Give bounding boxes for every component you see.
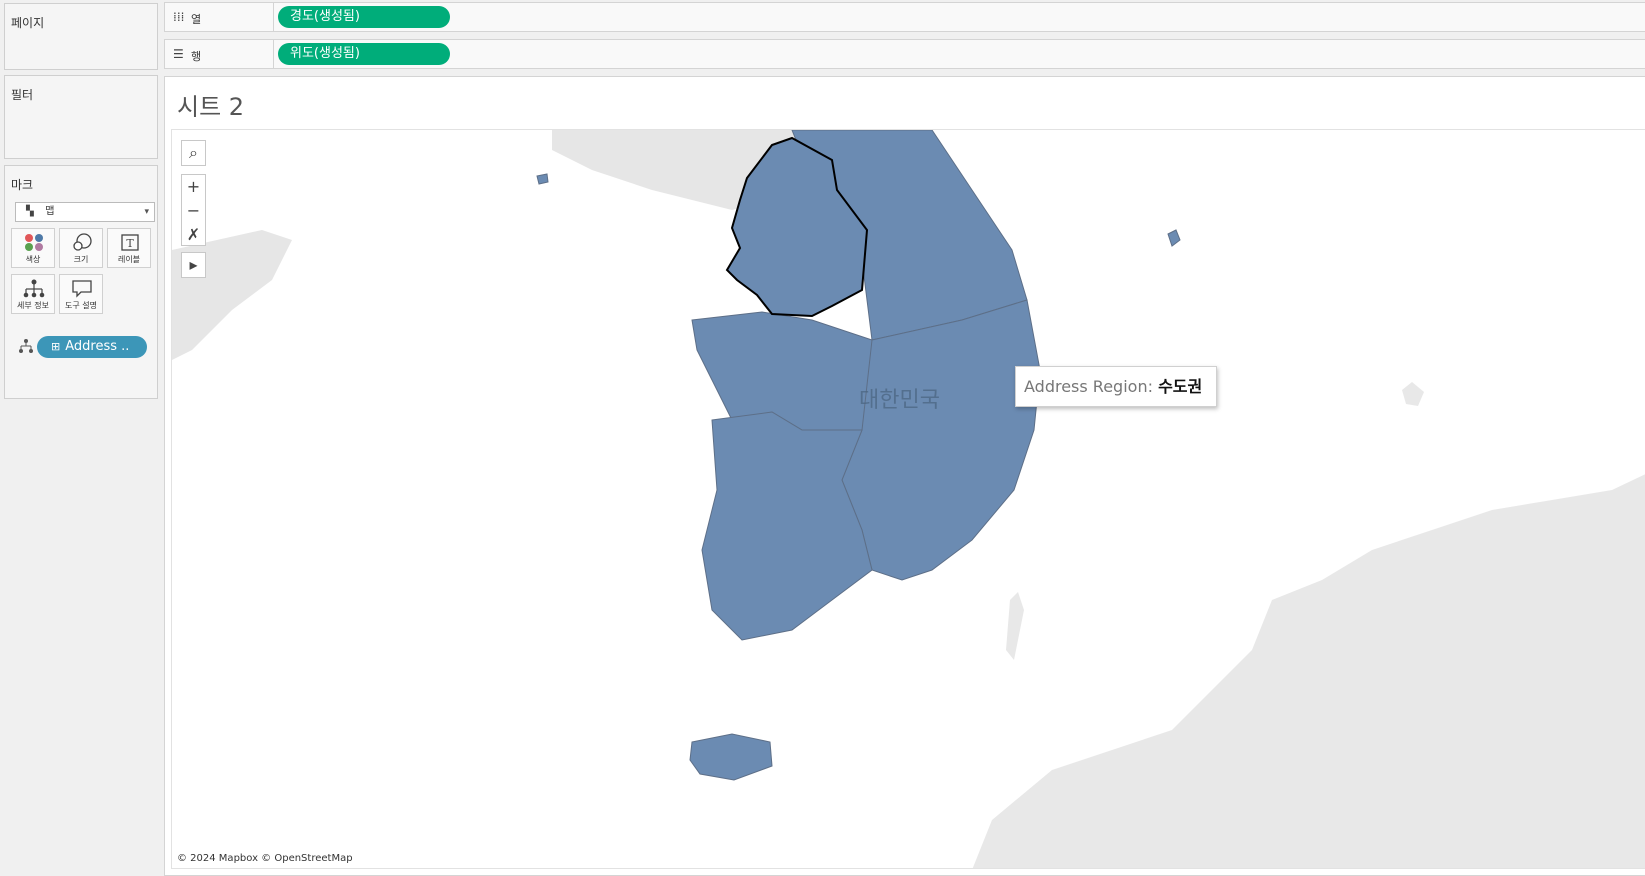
label-icon: T [108,233,150,253]
rows-shelf-label: 행 [191,50,202,63]
size-card[interactable]: 크기 [59,228,103,268]
size-card-label: 크기 [73,255,89,264]
expand-toolbar-icon: ▸ [189,255,198,274]
map-area[interactable]: ⌕ + − ✗ ▸ 대한민국 © 2024 Mapbox © OpenStree… [171,129,1645,869]
svg-text:T: T [126,237,134,250]
island-west-1 [536,173,549,185]
zoom-out-icon[interactable]: − [182,199,205,223]
rows-icon: ☰ [173,47,184,61]
region-chungcheong [691,311,873,431]
mark-type-value: 맵 [45,206,55,217]
japan-island-small [1402,382,1424,406]
tooltip-value: 수도권 [1158,377,1203,396]
filters-panel[interactable]: 필터 [4,75,158,159]
pages-title: 페이지 [11,16,45,30]
columns-shelf-header: ⁞⁞⁞ 열 [165,3,274,31]
region-ulleung [1167,229,1181,247]
color-card-label: 색상 [25,255,41,264]
mark-type-dropdown[interactable]: ▚ 맵 ▾ [15,202,155,222]
worksheet-view: 시트 2 ⌕ + − ✗ ▸ 대한민국 © 2024 Mapbox © Open… [164,76,1645,876]
detail-card-label: 세부 정보 [17,301,49,310]
columns-shelf-label: 열 [191,13,202,26]
map-icon: ▚ [26,206,34,217]
map-canvas[interactable] [172,130,1645,869]
color-icon [12,233,54,253]
latitude-pill[interactable]: 위도(생성됨) [278,43,450,65]
columns-shelf[interactable]: ⁞⁞⁞ 열 경도(생성됨) [164,2,1645,32]
chevron-down-icon: ▾ [144,207,149,217]
shandong-landmass [172,230,292,360]
region-jeju [689,733,773,781]
sheet-title[interactable]: 시트 2 [177,87,244,122]
expand-plus-icon: ⊞ [51,340,61,353]
address-pill-label: Address .. [65,339,130,354]
pages-panel[interactable]: 페이지 [4,3,158,70]
size-icon [60,233,102,253]
rows-shelf[interactable]: ☰ 행 위도(생성됨) [164,39,1645,69]
color-card[interactable]: 색상 [11,228,55,268]
filters-title: 필터 [11,88,34,102]
detail-card[interactable]: 세부 정보 [11,274,55,314]
longitude-pill[interactable]: 경도(생성됨) [278,6,450,28]
search-icon: ⌕ [189,143,198,162]
japan-landmass [972,474,1645,868]
map-search-button[interactable]: ⌕ [181,140,206,166]
rows-shelf-header: ☰ 행 [165,40,274,68]
map-toolbar-expand-button[interactable]: ▸ [181,252,206,278]
tooltip-card-label: 도구 설명 [65,301,97,310]
region-tooltip: Address Region: 수도권 [1015,366,1217,407]
region-jeolla [701,411,873,641]
label-card-label: 레이블 [117,255,141,264]
detail-encoding-icon [19,338,33,354]
japan-island-tsushima [1006,592,1024,660]
map-zoom-controls: + − ✗ [181,174,206,246]
map-attribution[interactable]: © 2024 Mapbox © OpenStreetMap [177,853,353,864]
country-label: 대한민국 [859,388,940,413]
region-gyeongsang [841,299,1041,581]
tooltip-label: Address Region: [1024,377,1153,396]
detail-icon [12,279,54,299]
address-detail-pill[interactable]: ⊞ Address .. [37,336,147,358]
label-card[interactable]: T 레이블 [107,228,151,268]
tooltip-card[interactable]: 도구 설명 [59,274,103,314]
zoom-in-icon[interactable]: + [182,175,205,199]
marks-panel: 마크 ▚ 맵 ▾ 색상 크기 T 레이블 세부 정보 도구 설명 ⊞ Addre… [4,165,158,399]
pan-select-icon[interactable]: ✗ [182,223,205,247]
tooltip-icon [60,279,102,299]
marks-title: 마크 [11,178,34,192]
columns-icon: ⁞⁞⁞ [173,10,185,24]
